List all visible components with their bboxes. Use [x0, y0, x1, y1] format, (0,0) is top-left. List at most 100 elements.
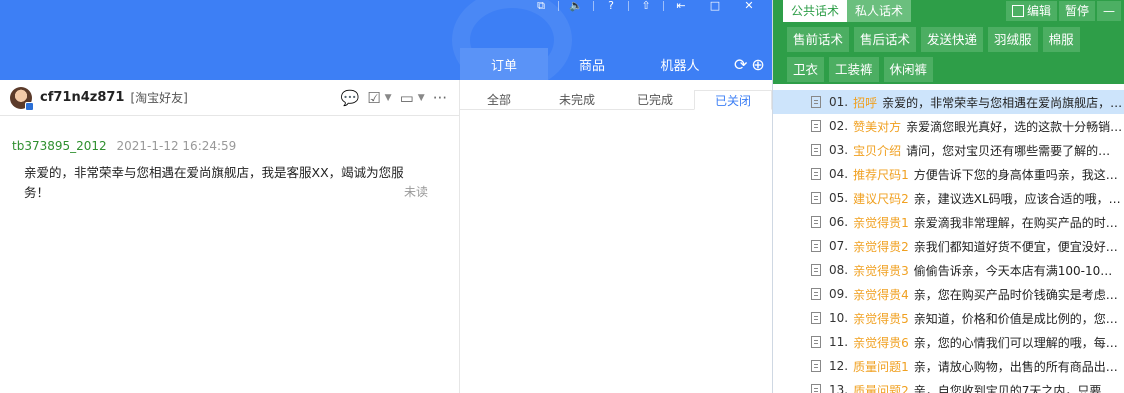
- window-copy-icon[interactable]: ⧉: [524, 0, 558, 12]
- tab-private-replies[interactable]: 私人话术: [847, 0, 912, 22]
- reply-keyword: 质量问题1: [853, 359, 909, 374]
- reply-keyword: 亲觉得贵2: [853, 239, 909, 254]
- contact-tag: [淘宝好友]: [130, 91, 188, 105]
- edit-label: 编辑: [1026, 4, 1051, 18]
- task-icon[interactable]: ☑: [367, 89, 380, 107]
- chevron-down-icon[interactable]: ▼: [418, 93, 425, 103]
- video-icon[interactable]: ▭: [400, 89, 414, 107]
- category-cotton-coat[interactable]: 棉服: [1042, 27, 1080, 52]
- order-tabs: 全部 未完成 已完成 已关闭: [460, 90, 772, 110]
- reply-keyword: 赞美对方: [853, 119, 902, 134]
- reply-keyword: 宝贝介绍: [853, 143, 902, 158]
- reply-item[interactable]: 03. 宝贝介绍 请问，您对宝贝还有哪些需要了解的…: [773, 138, 1124, 162]
- reply-item[interactable]: 05. 建议尺码2 亲，建议选XL码哦，应该合适的哦，这一…: [773, 186, 1124, 210]
- order-tab-all[interactable]: 全部: [460, 90, 538, 109]
- reply-text: 偷偷告诉亲，今天本店有满100-10…: [913, 263, 1113, 278]
- reply-keyword: 亲觉得贵5: [853, 311, 909, 326]
- tab-products[interactable]: 商品: [548, 48, 636, 80]
- reply-item[interactable]: 10. 亲觉得贵5 亲知道，价格和价值是成比例的，您…: [773, 306, 1124, 330]
- reply-item[interactable]: 12. 质量问题1 亲，请放心购物，出售的所有商品出…: [773, 354, 1124, 378]
- reply-number: 02.: [829, 119, 849, 133]
- quick-reply-tabs: 公共话术 私人话术: [783, 0, 912, 22]
- reply-number: 11.: [829, 335, 849, 349]
- chat-bubble-icon[interactable]: 💬: [341, 89, 360, 107]
- more-icon[interactable]: ···: [433, 89, 447, 107]
- edit-button[interactable]: 编辑: [1005, 1, 1057, 21]
- reply-item[interactable]: 07. 亲觉得贵2 亲我们都知道好货不便宜，便宜没好…: [773, 234, 1124, 258]
- tab-robot[interactable]: 机器人: [636, 48, 724, 80]
- reply-item[interactable]: 09. 亲觉得贵4 亲，您在购买产品时价钱确实是考虑…: [773, 282, 1124, 306]
- quick-reply-actions: 编辑 暂停 —: [1005, 0, 1121, 22]
- maximize-icon[interactable]: □: [698, 0, 732, 12]
- reply-keyword: 亲觉得贵3: [853, 263, 909, 278]
- quick-reply-panel: 公共话术 私人话术 编辑 暂停 — 售前话术 售后话术 发送快递 羽绒服 棉服 …: [772, 0, 1124, 393]
- reply-text: 亲，自您收到宝贝的7天之内，只要…: [913, 383, 1114, 393]
- reply-item[interactable]: 11. 亲觉得贵6 亲，您的心情我们可以理解的哦，每…: [773, 330, 1124, 354]
- category-hoodie[interactable]: 卫衣: [787, 57, 825, 82]
- reply-number: 12.: [829, 359, 849, 373]
- skin-icon[interactable]: ⇧: [629, 0, 663, 12]
- reply-number: 06.: [829, 215, 849, 229]
- refresh-icon[interactable]: ⟳: [734, 55, 747, 74]
- contact-name[interactable]: cf71n4z871: [40, 90, 124, 105]
- chat-body: tb373895_2012 2021-1-12 16:24:59 亲爱的，非常荣…: [0, 117, 459, 393]
- sound-icon[interactable]: 🔈: [559, 0, 593, 12]
- category-down-jacket[interactable]: 羽绒服: [988, 27, 1038, 52]
- document-icon: [811, 168, 821, 180]
- document-icon: [811, 312, 821, 324]
- pause-button[interactable]: 暂停: [1058, 1, 1095, 21]
- reply-text: 亲，您在购买产品时价钱确实是考虑…: [913, 287, 1118, 302]
- message-sender: tb373895_2012: [12, 139, 107, 153]
- reply-item[interactable]: 02. 赞美对方 亲爱滴您眼光真好，选的这款十分畅销，…: [773, 114, 1124, 138]
- main-tabs: 订单 商品 机器人 ⟳ ⊕: [460, 48, 772, 80]
- order-tab-completed[interactable]: 已完成: [616, 90, 694, 109]
- message-status: 未读: [404, 185, 429, 199]
- reply-number: 09.: [829, 287, 849, 301]
- order-tab-incomplete[interactable]: 未完成: [538, 90, 616, 109]
- reply-number: 03.: [829, 143, 849, 157]
- reply-text: 亲知道，价格和价值是成比例的，您…: [913, 311, 1118, 326]
- category-casual-pants[interactable]: 休闲裤: [883, 57, 934, 82]
- avatar[interactable]: [10, 86, 34, 111]
- reply-keyword: 推荐尺码1: [853, 167, 909, 182]
- chevron-down-icon[interactable]: ▼: [385, 93, 392, 103]
- close-icon[interactable]: ✕: [732, 0, 766, 12]
- tab-orders[interactable]: 订单: [460, 48, 548, 80]
- add-icon[interactable]: ⊕: [751, 55, 764, 74]
- reply-item[interactable]: 04. 推荐尺码1 方便告诉下您的身高体重吗亲，我这…: [773, 162, 1124, 186]
- pin-icon[interactable]: ⇤: [664, 0, 698, 12]
- reply-text: 亲爱的，非常荣幸与您相遇在爱尚旗舰店，我…: [882, 95, 1124, 110]
- category-presale[interactable]: 售前话术: [787, 27, 850, 52]
- reply-keyword: 亲觉得贵6: [853, 335, 909, 350]
- category-shipping[interactable]: 发送快递: [921, 27, 984, 52]
- status-dot-icon: [25, 101, 34, 111]
- reply-keyword: 亲觉得贵4: [853, 287, 909, 302]
- document-icon: [811, 120, 821, 132]
- document-icon: [811, 96, 821, 108]
- message-text: 亲爱的，非常荣幸与您相遇在爱尚旗舰店，我是客服XX，竭诚为您服务！: [24, 165, 404, 200]
- reply-number: 10.: [829, 311, 849, 325]
- document-icon: [811, 360, 821, 372]
- window-controls: ⧉ 🔈 ? ⇧ ⇤ □ ✕: [524, 0, 766, 12]
- document-icon: [811, 240, 821, 252]
- message-meta: tb373895_2012 2021-1-12 16:24:59: [12, 139, 236, 153]
- document-icon: [811, 384, 821, 393]
- tab-tools: ⟳ ⊕: [734, 48, 765, 80]
- reply-item[interactable]: 06. 亲觉得贵1 亲爱滴我非常理解，在购买产品的时…: [773, 210, 1124, 234]
- reply-item[interactable]: 13. 质量问题2 亲，自您收到宝贝的7天之内，只要…: [773, 378, 1124, 393]
- category-aftersale[interactable]: 售后话术: [854, 27, 917, 52]
- help-icon[interactable]: ?: [594, 0, 628, 12]
- reply-keyword: 亲觉得贵1: [853, 215, 909, 230]
- reply-text: 亲我们都知道好货不便宜，便宜没好…: [913, 239, 1118, 254]
- order-tab-closed[interactable]: 已关闭: [694, 90, 772, 110]
- document-icon: [811, 216, 821, 228]
- reply-item[interactable]: 01. 招呼 亲爱的，非常荣幸与您相遇在爱尚旗舰店，我…: [773, 90, 1124, 114]
- tab-public-replies[interactable]: 公共话术: [783, 0, 848, 22]
- reply-item[interactable]: 08. 亲觉得贵3 偷偷告诉亲，今天本店有满100-10…: [773, 258, 1124, 282]
- minimize-button[interactable]: —: [1097, 1, 1121, 21]
- category-cargo-pants[interactable]: 工装裤: [829, 57, 879, 82]
- reply-number: 13.: [829, 383, 849, 393]
- reply-keyword: 招呼: [853, 95, 878, 110]
- edit-icon: [1011, 5, 1024, 17]
- reply-number: 01.: [829, 95, 849, 109]
